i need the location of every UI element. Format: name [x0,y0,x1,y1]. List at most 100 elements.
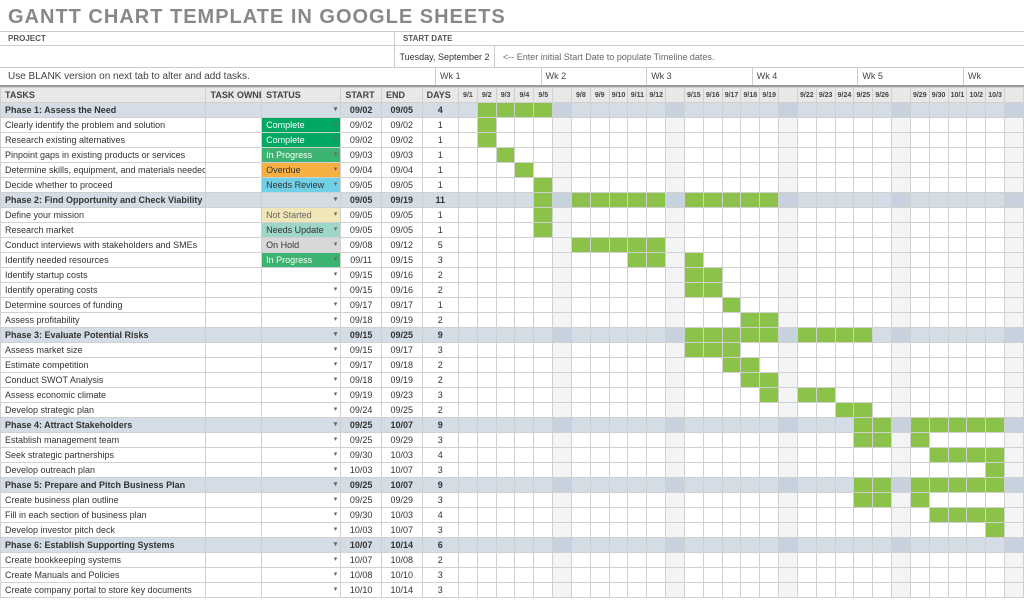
start-cell[interactable]: 09/18 [341,313,382,328]
end-cell[interactable]: 10/10 [381,568,422,583]
owner-cell[interactable] [206,163,262,178]
task-cell[interactable]: Develop investor pitch deck [1,523,206,538]
task-cell[interactable]: Identify startup costs [1,268,206,283]
owner-cell[interactable] [206,313,262,328]
end-cell[interactable]: 09/19 [381,373,422,388]
task-cell[interactable]: Phase 4: Attract Stakeholders [1,418,206,433]
days-cell[interactable]: 5 [422,238,458,253]
start-date-input[interactable]: Tuesday, September 2 [395,46,495,67]
task-cell[interactable]: Phase 3: Evaluate Potential Risks [1,328,206,343]
owner-cell[interactable] [206,388,262,403]
task-cell[interactable]: Create business plan outline [1,493,206,508]
end-cell[interactable]: 09/02 [381,133,422,148]
status-cell[interactable] [262,283,341,298]
task-cell[interactable]: Identify operating costs [1,283,206,298]
end-cell[interactable]: 09/15 [381,253,422,268]
task-cell[interactable]: Create bookkeeping systems [1,553,206,568]
days-cell[interactable]: 4 [422,448,458,463]
task-cell[interactable]: Phase 6: Establish Supporting Systems [1,538,206,553]
owner-cell[interactable] [206,508,262,523]
end-cell[interactable]: 10/14 [381,583,422,598]
owner-cell[interactable] [206,553,262,568]
task-cell[interactable]: Develop strategic plan [1,403,206,418]
end-cell[interactable]: 10/07 [381,463,422,478]
task-cell[interactable]: Define your mission [1,208,206,223]
end-cell[interactable]: 09/02 [381,118,422,133]
task-cell[interactable]: Research market [1,223,206,238]
days-cell[interactable]: 3 [422,253,458,268]
start-cell[interactable]: 09/02 [341,103,382,118]
end-cell[interactable]: 09/03 [381,148,422,163]
owner-cell[interactable] [206,493,262,508]
status-cell[interactable]: Not Started [262,208,341,223]
task-cell[interactable]: Create company portal to store key docum… [1,583,206,598]
owner-cell[interactable] [206,223,262,238]
days-cell[interactable]: 1 [422,148,458,163]
start-cell[interactable]: 09/02 [341,133,382,148]
owner-cell[interactable] [206,568,262,583]
days-cell[interactable]: 1 [422,163,458,178]
days-cell[interactable]: 1 [422,118,458,133]
days-cell[interactable]: 1 [422,178,458,193]
days-cell[interactable]: 3 [422,568,458,583]
task-cell[interactable]: Pinpoint gaps in existing products or se… [1,148,206,163]
days-cell[interactable]: 2 [422,373,458,388]
days-cell[interactable]: 9 [422,418,458,433]
days-cell[interactable]: 2 [422,313,458,328]
days-cell[interactable]: 3 [422,523,458,538]
end-cell[interactable]: 10/07 [381,418,422,433]
days-cell[interactable]: 1 [422,133,458,148]
days-cell[interactable]: 2 [422,283,458,298]
status-cell[interactable] [262,583,341,598]
task-cell[interactable]: Assess market size [1,343,206,358]
start-cell[interactable]: 10/03 [341,463,382,478]
owner-cell[interactable] [206,328,262,343]
task-cell[interactable]: Phase 5: Prepare and Pitch Business Plan [1,478,206,493]
days-cell[interactable]: 4 [422,508,458,523]
status-cell[interactable] [262,553,341,568]
start-cell[interactable]: 09/05 [341,193,382,208]
start-cell[interactable]: 09/25 [341,418,382,433]
end-cell[interactable]: 09/05 [381,208,422,223]
start-cell[interactable]: 09/30 [341,448,382,463]
days-cell[interactable]: 1 [422,298,458,313]
end-cell[interactable]: 10/03 [381,448,422,463]
task-cell[interactable]: Seek strategic partnerships [1,448,206,463]
days-cell[interactable]: 9 [422,328,458,343]
status-cell[interactable]: On Hold [262,238,341,253]
days-cell[interactable]: 11 [422,193,458,208]
start-cell[interactable]: 09/05 [341,178,382,193]
days-cell[interactable]: 2 [422,553,458,568]
status-cell[interactable] [262,103,341,118]
start-cell[interactable]: 09/17 [341,298,382,313]
status-cell[interactable] [262,568,341,583]
status-cell[interactable] [262,313,341,328]
days-cell[interactable]: 3 [422,463,458,478]
end-cell[interactable]: 09/25 [381,403,422,418]
end-cell[interactable]: 09/05 [381,223,422,238]
task-cell[interactable]: Phase 2: Find Opportunity and Check Viab… [1,193,206,208]
start-cell[interactable]: 09/19 [341,388,382,403]
start-cell[interactable]: 09/15 [341,343,382,358]
owner-cell[interactable] [206,373,262,388]
status-cell[interactable] [262,343,341,358]
owner-cell[interactable] [206,583,262,598]
start-cell[interactable]: 09/24 [341,403,382,418]
start-cell[interactable]: 09/17 [341,358,382,373]
owner-cell[interactable] [206,238,262,253]
status-cell[interactable] [262,268,341,283]
task-cell[interactable]: Phase 1: Assess the Need [1,103,206,118]
status-cell[interactable]: Overdue [262,163,341,178]
start-cell[interactable]: 09/03 [341,148,382,163]
days-cell[interactable]: 6 [422,538,458,553]
status-cell[interactable] [262,493,341,508]
start-cell[interactable]: 09/15 [341,328,382,343]
owner-cell[interactable] [206,208,262,223]
owner-cell[interactable] [206,298,262,313]
start-cell[interactable]: 09/25 [341,478,382,493]
days-cell[interactable]: 3 [422,388,458,403]
owner-cell[interactable] [206,148,262,163]
status-cell[interactable] [262,478,341,493]
status-cell[interactable] [262,508,341,523]
start-cell[interactable]: 09/05 [341,208,382,223]
